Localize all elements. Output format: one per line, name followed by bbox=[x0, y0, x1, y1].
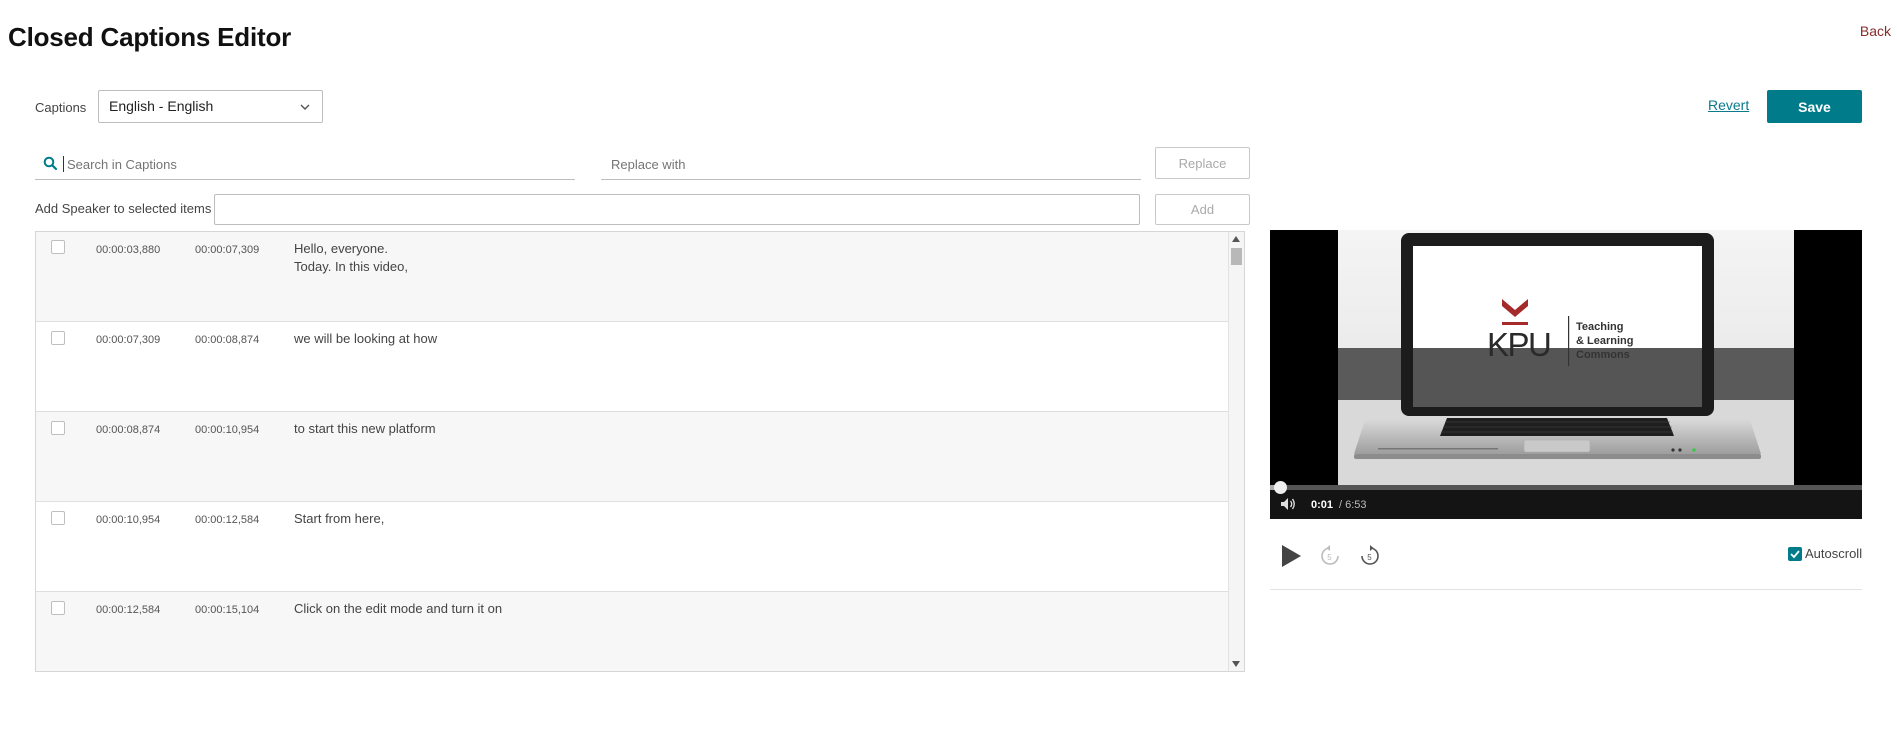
caption-start-time[interactable]: 00:00:07,309 bbox=[96, 334, 160, 346]
video-player[interactable]: KPU Teaching & Learning Commons 0:01 / 6… bbox=[1270, 230, 1862, 519]
caption-start-time[interactable]: 00:00:12,584 bbox=[96, 604, 160, 616]
controls-divider bbox=[1270, 589, 1862, 590]
caption-line: Click on the edit mode and turn it on bbox=[294, 601, 503, 616]
caption-checkbox[interactable] bbox=[51, 601, 65, 615]
add-speaker-label: Add Speaker to selected items bbox=[35, 201, 212, 216]
caption-start-time[interactable]: 00:00:08,874 bbox=[96, 424, 160, 436]
caption-line: we will be looking at how bbox=[294, 331, 438, 346]
caption-text[interactable]: Start from here, bbox=[294, 510, 384, 528]
language-select[interactable]: English - English bbox=[98, 90, 323, 123]
caption-line: Start from here, bbox=[294, 511, 385, 526]
caption-row[interactable]: 00:00:10,954 00:00:12,584 Start from her… bbox=[36, 502, 1228, 592]
caption-checkbox[interactable] bbox=[51, 511, 65, 525]
captions-list[interactable]: 00:00:03,880 00:00:07,309 Hello, everyon… bbox=[35, 231, 1245, 672]
caption-text[interactable]: to start this new platform bbox=[294, 420, 436, 438]
autoscroll-label: Autoscroll bbox=[1805, 546, 1863, 561]
play-icon[interactable] bbox=[1279, 542, 1303, 570]
speaker-input[interactable] bbox=[214, 194, 1140, 225]
replace-field bbox=[601, 150, 1141, 180]
rewind-5-icon[interactable]: 5 bbox=[1319, 545, 1341, 567]
progress-knob[interactable] bbox=[1274, 481, 1287, 494]
caption-text[interactable]: Hello, everyone. Today. In this video, bbox=[294, 240, 408, 276]
svg-text:5: 5 bbox=[1367, 553, 1372, 562]
caption-end-time[interactable]: 00:00:10,954 bbox=[195, 424, 259, 436]
current-time: 0:01 bbox=[1311, 499, 1334, 511]
back-link[interactable]: Back bbox=[1860, 23, 1891, 39]
scroll-up-arrow-icon[interactable] bbox=[1232, 236, 1240, 242]
caption-row[interactable]: 00:00:12,584 00:00:15,104 Click on the e… bbox=[36, 592, 1228, 671]
video-frame: KPU Teaching & Learning Commons bbox=[1338, 230, 1794, 485]
page-title: Closed Captions Editor bbox=[8, 22, 292, 52]
autoscroll-checkbox[interactable] bbox=[1788, 547, 1802, 561]
logo-tagline-line: Teaching bbox=[1576, 321, 1623, 333]
caption-line: Hello, everyone. bbox=[294, 241, 388, 256]
logo-tagline-line: Commons bbox=[1576, 349, 1630, 361]
caption-line: to start this new platform bbox=[294, 421, 436, 436]
caption-start-time[interactable]: 00:00:10,954 bbox=[96, 514, 160, 526]
captions-scrollbar[interactable] bbox=[1228, 232, 1244, 671]
video-progress-bar[interactable] bbox=[1270, 481, 1862, 494]
language-selected: English - English bbox=[109, 98, 214, 114]
caption-end-time[interactable]: 00:00:08,874 bbox=[195, 334, 259, 346]
revert-link[interactable]: Revert bbox=[1708, 97, 1749, 113]
caption-text[interactable]: Click on the edit mode and turn it on bbox=[294, 600, 502, 618]
caption-start-time[interactable]: 00:00:03,880 bbox=[96, 244, 160, 256]
scroll-down-arrow-icon[interactable] bbox=[1232, 661, 1240, 667]
caption-checkbox[interactable] bbox=[51, 421, 65, 435]
captions-label: Captions bbox=[35, 100, 87, 115]
scrollbar-thumb[interactable] bbox=[1231, 248, 1242, 265]
caption-checkbox[interactable] bbox=[51, 240, 65, 254]
caption-end-time[interactable]: 00:00:12,584 bbox=[195, 514, 259, 526]
caption-end-time[interactable]: 00:00:15,104 bbox=[195, 604, 259, 616]
chevron-down-icon bbox=[300, 104, 310, 110]
save-button[interactable]: Save bbox=[1767, 90, 1862, 123]
caption-row[interactable]: 00:00:03,880 00:00:07,309 Hello, everyon… bbox=[36, 232, 1228, 322]
replace-button[interactable]: Replace bbox=[1155, 147, 1250, 179]
search-icon bbox=[43, 156, 58, 171]
caption-row[interactable]: 00:00:08,874 00:00:10,954 to start this … bbox=[36, 412, 1228, 502]
duration: / 6:53 bbox=[1339, 499, 1367, 511]
volume-icon[interactable] bbox=[1280, 497, 1296, 511]
check-icon bbox=[1790, 550, 1800, 559]
caption-checkbox[interactable] bbox=[51, 331, 65, 345]
svg-text:5: 5 bbox=[1327, 553, 1332, 562]
caption-line: Today. In this video, bbox=[294, 259, 408, 274]
forward-5-icon[interactable]: 5 bbox=[1359, 545, 1381, 567]
caption-text[interactable]: we will be looking at how bbox=[294, 330, 437, 348]
search-input[interactable] bbox=[67, 150, 567, 178]
replace-input[interactable] bbox=[611, 150, 1131, 178]
add-speaker-button[interactable]: Add bbox=[1155, 194, 1250, 225]
caption-end-time[interactable]: 00:00:07,309 bbox=[195, 244, 259, 256]
logo-text: KPU bbox=[1487, 326, 1550, 363]
caption-row[interactable]: 00:00:07,309 00:00:08,874 we will be loo… bbox=[36, 322, 1228, 412]
logo-tagline-line: & Learning bbox=[1576, 335, 1633, 347]
search-field bbox=[35, 150, 575, 180]
text-cursor bbox=[63, 156, 64, 172]
